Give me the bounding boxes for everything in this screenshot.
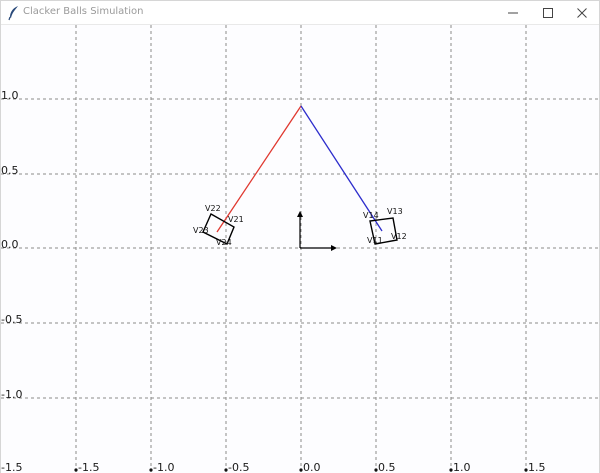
vertex-label-v12: V12: [391, 232, 407, 241]
grid-lines: [1, 25, 599, 473]
minimize-icon: [508, 12, 518, 14]
minimize-button[interactable]: [498, 1, 528, 25]
vertex-label-v22: V22: [205, 204, 221, 213]
maximize-button[interactable]: [533, 1, 563, 25]
simulation-canvas[interactable]: -1.5 -1.0 -0.5 0.0 0.5 1.0 1.5 1.0 0.5 0…: [1, 25, 599, 473]
x-tick-label: -0.5: [228, 461, 249, 473]
vertex-label-v21: V21: [228, 215, 244, 224]
vertex-label-v11: V11: [367, 236, 383, 245]
vertex-label-v13: V13: [387, 207, 403, 216]
left-ball[interactable]: V21 V22 V23 V24: [193, 204, 244, 247]
left-string: [216, 105, 302, 233]
vertex-label-v24: V24: [216, 238, 232, 247]
feather-icon: [8, 6, 18, 21]
window-title: Clacker Balls Simulation: [23, 6, 144, 17]
x-tick-label: -1.5: [78, 461, 99, 473]
simulation-plot: -1.5 -1.0 -0.5 0.0 0.5 1.0 1.5 1.0 0.5 0…: [1, 25, 599, 473]
title-bar[interactable]: Clacker Balls Simulation: [1, 1, 599, 25]
y-tick-label: -1.5: [1, 461, 22, 473]
vertex-label-v14: V14: [363, 211, 379, 220]
x-tick-label: 0.0: [303, 461, 321, 473]
x-tick-label: 1.5: [528, 461, 546, 473]
y-tick-labels: 1.0 0.5 0.0 -0.5 -1.0 -1.5: [1, 89, 22, 473]
x-tick-labels: -1.5 -1.0 -0.5 0.0 0.5 1.0 1.5: [74, 461, 546, 473]
x-tick-label: 0.5: [378, 461, 396, 473]
close-icon: [577, 8, 587, 18]
origin-axes: [297, 211, 337, 251]
y-tick-label: 1.0: [1, 89, 19, 102]
x-axis-arrowhead: [331, 245, 337, 251]
y-tick-label: -1.0: [1, 388, 22, 401]
x-tick-label: -1.0: [153, 461, 174, 473]
y-axis-arrowhead: [297, 211, 303, 217]
close-button[interactable]: [567, 1, 597, 25]
app-window: Clacker Balls Simulation -1.5 -1.0 -0.5 …: [0, 0, 600, 473]
vertex-label-v23: V23: [193, 226, 209, 235]
right-ball[interactable]: V11 V12 V13 V14: [363, 207, 407, 245]
maximize-icon: [543, 8, 553, 18]
y-tick-label: 0.5: [1, 164, 19, 177]
x-tick-label: 1.0: [453, 461, 471, 473]
y-tick-label: -0.5: [1, 313, 22, 326]
y-tick-label: 0.0: [1, 238, 19, 251]
